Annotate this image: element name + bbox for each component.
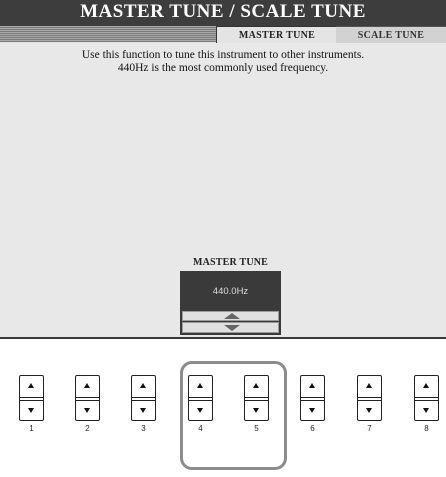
lcd-screen: MASTER TUNE / SCALE TUNE MASTER TUNE SCA… [0, 0, 446, 339]
hardware-button-8[interactable] [414, 375, 439, 421]
title-bar: MASTER TUNE / SCALE TUNE [0, 0, 446, 26]
hardware-button-7-up-arrow-icon[interactable] [358, 376, 381, 398]
master-tune-value: 440.0Hz [212, 286, 249, 297]
hardware-button-number: 1 [29, 424, 34, 433]
hardware-button-1-up-arrow-icon[interactable] [20, 376, 43, 398]
hardware-button-7-down-arrow-icon[interactable] [358, 400, 381, 421]
hardware-button-number: 7 [367, 424, 372, 433]
hardware-button-8-up-arrow-icon[interactable] [415, 376, 438, 398]
hardware-button-7[interactable] [357, 375, 382, 421]
hardware-button-6[interactable] [300, 375, 325, 421]
master-tune-label: MASTER TUNE [192, 257, 269, 268]
hardware-button-3-up-arrow-icon[interactable] [132, 376, 155, 398]
hardware-button-2-down-arrow-icon[interactable] [76, 400, 99, 421]
description-text: Use this function to tune this instrumen… [0, 49, 446, 75]
hardware-button-3[interactable] [131, 375, 156, 421]
hardware-button-number: 2 [85, 424, 90, 433]
hardware-button-number: 3 [141, 424, 146, 433]
master-tune-control[interactable]: 440.0Hz [180, 271, 281, 335]
arrow-up-icon [224, 313, 240, 319]
hardware-button-number: 8 [424, 424, 429, 433]
highlight-outline [180, 361, 287, 470]
master-tune-increase-button[interactable] [182, 311, 279, 321]
hardware-button-number: 6 [310, 424, 315, 433]
master-tune-decrease-button[interactable] [182, 322, 279, 333]
arrow-down-icon [224, 325, 240, 331]
hardware-button-1[interactable] [19, 375, 44, 421]
hardware-button-1-down-arrow-icon[interactable] [20, 400, 43, 421]
page-title: MASTER TUNE / SCALE TUNE [80, 1, 366, 22]
hardware-button-6-up-arrow-icon[interactable] [301, 376, 324, 398]
hardware-button-2-up-arrow-icon[interactable] [76, 376, 99, 398]
description-line-1: Use this function to tune this instrumen… [81, 49, 365, 61]
hardware-button-3-down-arrow-icon[interactable] [132, 400, 155, 421]
hardware-button-6-down-arrow-icon[interactable] [301, 400, 324, 421]
hardware-button-8-down-arrow-icon[interactable] [415, 400, 438, 421]
hardware-button-2[interactable] [75, 375, 100, 421]
tab-strip: MASTER TUNE SCALE TUNE [0, 26, 446, 45]
description-line-2: 440Hz is the most commonly used frequenc… [117, 62, 329, 74]
